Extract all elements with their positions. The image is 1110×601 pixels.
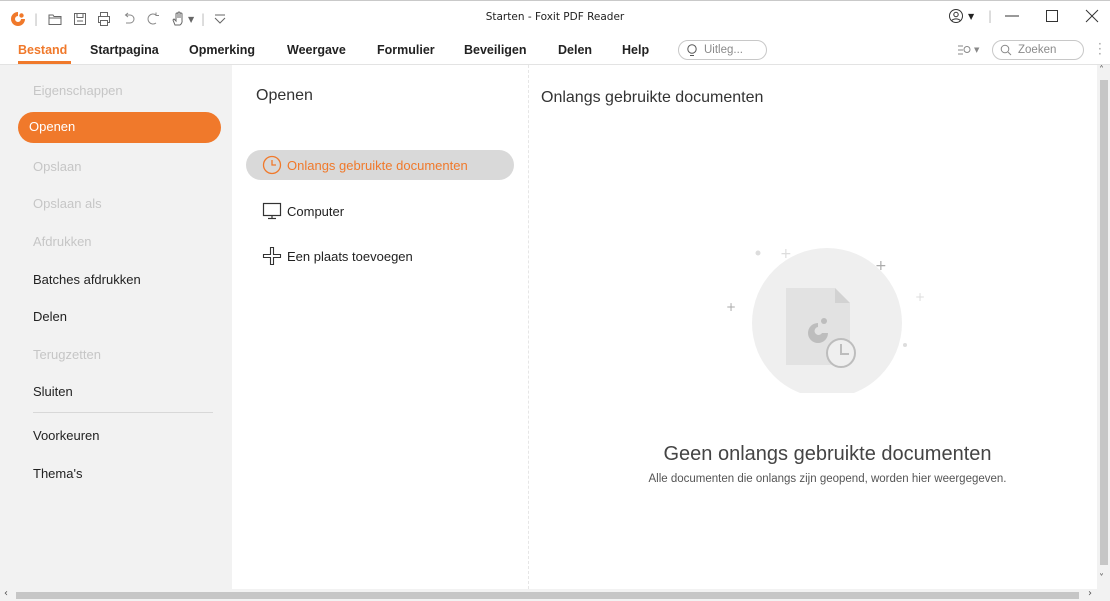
scroll-down-icon[interactable]: ˅ [1099,573,1104,584]
open-option-label: Een plaats toevoegen [287,248,413,264]
svg-text:+: + [915,290,925,304]
monitor-icon [261,200,283,222]
tab-startpagina[interactable]: Startpagina [90,43,159,57]
menu-item-opslaan-als[interactable]: Opslaan als [33,196,102,211]
menu-item-opslaan[interactable]: Opslaan [33,159,81,174]
open-option-label: Computer [287,203,345,219]
vertical-scrollbar[interactable]: ˄ ˅ [1097,65,1110,589]
menu-item-afdrukken[interactable]: Afdrukken [33,234,92,249]
tab-help[interactable]: Help [622,43,649,57]
open-option-label: Onlangs gebruikte documenten [287,157,468,173]
scroll-right-icon[interactable]: › [1088,588,1092,599]
tab-beveiligen[interactable]: Beveiligen [464,43,527,57]
tell-me-placeholder: Uitleg... [704,44,743,56]
clock-icon [261,154,283,176]
search-icon [1000,44,1012,56]
svg-text:+: + [875,258,887,274]
top-border [0,0,1110,1]
menu-item-themas[interactable]: Thema's [33,466,82,481]
title-bar: | ▼ | Starten - Foxit PDF Reader ▼ | [0,0,1110,36]
empty-state-title: Geen onlangs gebruikte documenten [663,443,992,465]
account-dropdown-icon[interactable]: ▼ [968,12,974,21]
maximize-icon[interactable] [1044,8,1060,24]
tab-opmerking[interactable]: Opmerking [189,43,255,57]
menu-item-voorkeuren[interactable]: Voorkeuren [33,428,100,443]
scroll-left-icon[interactable]: ‹ [4,588,8,599]
search-input[interactable]: Zoeken [992,40,1084,60]
ribbon-tab-bar: Bestand Startpagina Opmerking Weergave F… [0,36,1110,65]
svg-text:+: + [780,246,792,262]
recent-panel-title: Onlangs gebruikte documenten [541,89,764,106]
close-icon[interactable] [1084,8,1100,24]
menu-item-batches-afdrukken[interactable]: Batches afdrukken [33,272,141,287]
open-panel: Openen Onlangs gebruikte documenten Comp… [232,65,529,589]
recent-documents-panel: Onlangs gebruikte documenten + + + + Gee… [530,65,1096,589]
open-option-add-place[interactable]: Een plaats toevoegen [246,241,413,271]
tab-bestand[interactable]: Bestand [18,43,67,57]
menu-item-terugzetten[interactable]: Terugzetten [33,347,101,362]
menu-item-openen[interactable]: Openen [18,112,221,143]
horizontal-scroll-thumb[interactable] [16,592,1079,599]
account-icon[interactable]: ▼ [948,8,974,24]
tab-formulier[interactable]: Formulier [377,43,435,57]
more-options-icon[interactable]: · · · [1098,38,1102,60]
open-option-computer[interactable]: Computer [246,196,344,226]
horizontal-scrollbar[interactable]: ‹ › [0,588,1110,601]
search-options-icon[interactable]: ▼ [958,44,979,56]
lightbulb-icon [686,43,698,57]
window-title: Starten - Foxit PDF Reader [485,11,625,23]
menu-item-label: Openen [29,119,76,134]
search-options-dropdown-icon[interactable]: ▼ [974,46,979,54]
active-tab-indicator [18,61,71,64]
tell-me-input[interactable]: Uitleg... [678,40,767,60]
minimize-icon[interactable] [1004,8,1020,24]
svg-text:+: + [726,300,736,314]
tab-weergave[interactable]: Weergave [287,43,346,57]
tab-delen[interactable]: Delen [558,43,592,57]
menu-item-delen[interactable]: Delen [33,309,67,324]
backstage-menu: Eigenschappen Openen Opslaan Opslaan als… [0,65,232,589]
separator: | [988,9,993,23]
open-panel-title: Openen [256,87,313,104]
vertical-scroll-thumb[interactable] [1100,80,1108,565]
empty-state-subtitle: Alle documenten die onlangs zijn geopend… [648,473,1007,485]
scroll-up-icon[interactable]: ˄ [1099,65,1104,76]
open-option-recent[interactable]: Onlangs gebruikte documenten [246,150,514,180]
plus-icon [261,245,283,267]
menu-item-sluiten[interactable]: Sluiten [33,384,73,399]
menu-item-eigenschappen[interactable]: Eigenschappen [33,83,123,98]
empty-state-illustration: + + + + [726,246,925,393]
search-placeholder: Zoeken [1018,44,1057,56]
menu-divider [33,412,213,413]
